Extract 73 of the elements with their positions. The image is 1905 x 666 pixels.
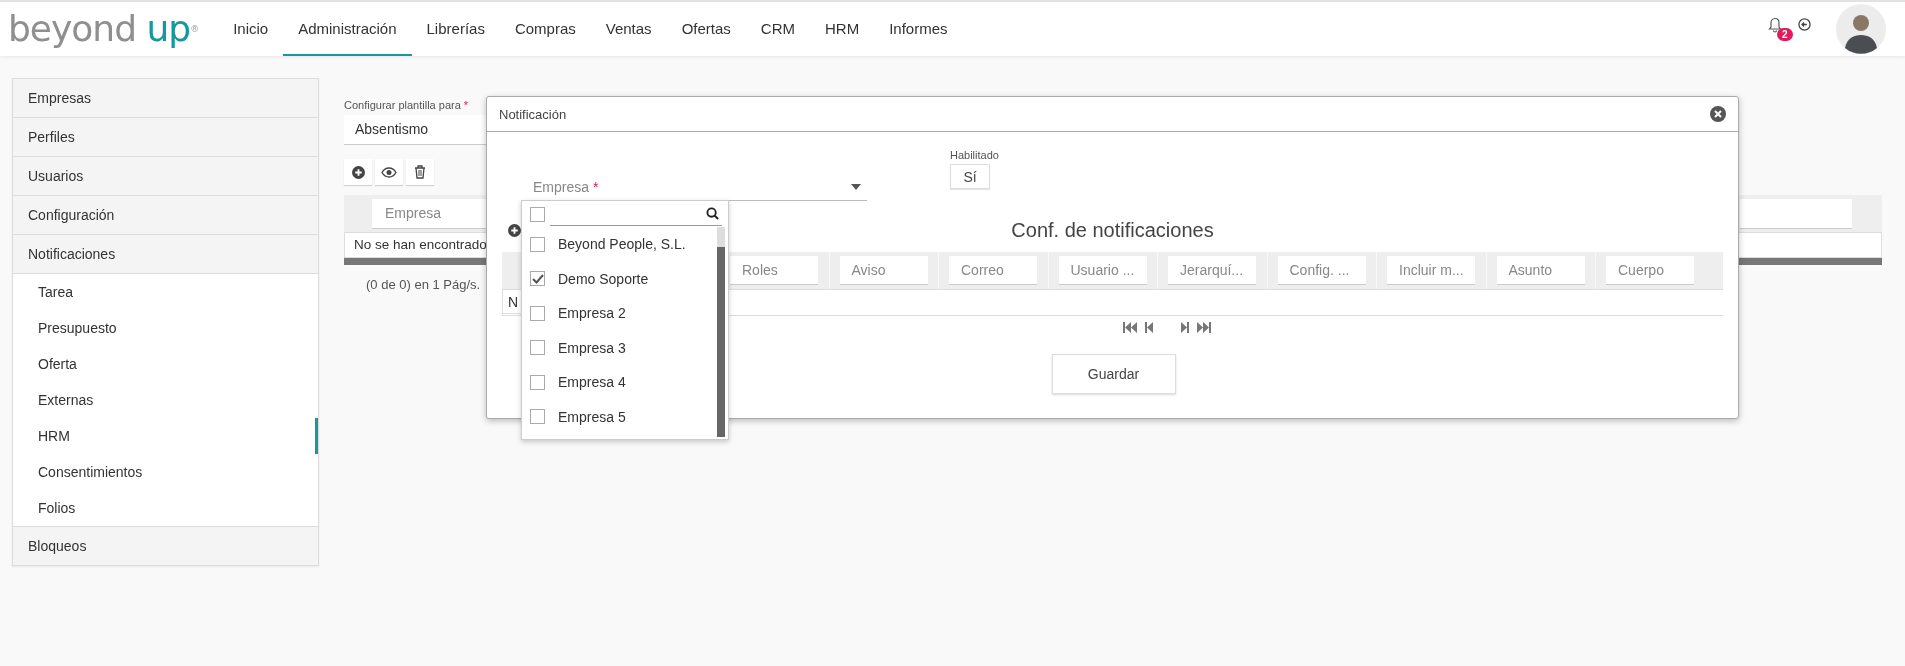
scrollbar[interactable] <box>717 227 725 437</box>
dropdown-option[interactable]: Empresa 4 <box>522 365 717 400</box>
bell-icon[interactable] <box>1768 17 1782 33</box>
nav-tab[interactable]: HRM <box>810 2 875 56</box>
section-title: Conf. de notificaciones <box>1011 218 1214 242</box>
column-filter[interactable]: Cuerpo <box>1606 256 1694 285</box>
field-label: Habilitado <box>950 149 999 161</box>
nav-tab[interactable]: Compras <box>499 2 591 56</box>
filter-field[interactable] <box>1740 198 1852 229</box>
column-filter[interactable]: Usuario ... <box>1058 256 1147 285</box>
add-icon[interactable] <box>508 223 521 237</box>
sidebar-item[interactable]: Perfiles <box>13 118 318 157</box>
last-page-icon[interactable] <box>1197 322 1211 333</box>
column-filter[interactable]: Config. ... <box>1277 256 1366 285</box>
sidebar-subitem[interactable]: HRM <box>13 418 318 454</box>
avatar-icon[interactable] <box>1836 4 1886 54</box>
field-label: Configurar plantilla para <box>344 99 461 111</box>
next-page-icon[interactable] <box>1181 322 1189 333</box>
add-button[interactable] <box>344 159 372 185</box>
first-page-icon[interactable] <box>1123 322 1137 333</box>
option-checkbox[interactable] <box>530 305 545 321</box>
view-button[interactable] <box>375 159 403 185</box>
sidebar-item[interactable]: Bloqueos <box>13 527 318 565</box>
sidebar-item[interactable]: Configuración <box>13 196 318 235</box>
select-all-checkbox[interactable] <box>530 206 545 222</box>
sidebar-item[interactable]: Notificaciones <box>13 235 318 274</box>
empty-message: No se han encontrado <box>354 237 487 252</box>
save-button[interactable]: Guardar <box>1051 354 1176 394</box>
eye-icon <box>381 166 397 178</box>
previous-page-icon[interactable] <box>1145 322 1153 333</box>
nav-tab[interactable]: Librerías <box>411 2 500 56</box>
option-checkbox[interactable] <box>530 236 545 252</box>
search-icon <box>706 207 719 220</box>
nav-tab[interactable]: Ventas <box>590 2 667 56</box>
sidebar-subitem[interactable]: Consentimientos <box>13 454 318 490</box>
dropdown-option[interactable]: Beyond People, S.L. <box>522 227 717 262</box>
caret-icon <box>851 183 861 190</box>
required-mark: * <box>463 99 469 111</box>
pager-text: (0 de 0) en 1 Pág/s. <box>366 277 481 292</box>
delete-button[interactable] <box>406 159 434 185</box>
column-filter[interactable]: Aviso <box>839 256 928 285</box>
column-filter[interactable]: Asunto <box>1496 256 1585 285</box>
sidebar-subitem[interactable]: Oferta <box>13 346 318 382</box>
nav-tab[interactable]: Informes <box>874 2 963 56</box>
sidebar-subitem[interactable]: Tarea <box>13 274 318 310</box>
close-icon[interactable] <box>1710 106 1726 122</box>
dropdown-option[interactable]: Empresa 2 <box>522 296 717 331</box>
sidebar-subitem[interactable]: Folios <box>13 490 318 526</box>
sidebar-item[interactable]: Empresas <box>13 79 318 118</box>
nav-tab[interactable]: Administración <box>283 2 412 56</box>
nav-tab[interactable]: Ofertas <box>666 2 746 56</box>
dialog-title: Notificación <box>499 106 567 122</box>
dropdown-option[interactable]: Empresa 3 <box>522 330 717 365</box>
sidebar-item[interactable]: Usuarios <box>13 157 318 196</box>
option-checkbox[interactable] <box>530 271 545 287</box>
option-checkbox[interactable] <box>530 409 545 425</box>
column-filter[interactable]: Roles <box>730 256 818 285</box>
nav-tab[interactable]: CRM <box>745 2 810 56</box>
dropdown-option[interactable]: Empresa 5 <box>522 399 717 434</box>
enabled-toggle[interactable]: Sí <box>950 164 990 189</box>
column-filter[interactable]: Correo <box>949 256 1037 285</box>
option-checkbox[interactable] <box>530 340 545 356</box>
notification-badge: 2 <box>1777 28 1793 41</box>
column-filter[interactable]: Incluir m... <box>1387 256 1475 285</box>
empty-message: N <box>508 294 519 310</box>
trash-icon <box>414 165 426 179</box>
dropdown-option[interactable]: Demo Soporte <box>522 261 717 296</box>
option-checkbox[interactable] <box>530 374 545 390</box>
nav-tab[interactable]: Inicio <box>218 2 284 56</box>
column-filter[interactable]: Jerarquí... <box>1168 256 1256 285</box>
sidebar-subitem[interactable]: Externas <box>13 382 318 418</box>
sidebar-subitem[interactable]: Presupuesto <box>13 310 318 346</box>
add-icon <box>351 165 365 179</box>
